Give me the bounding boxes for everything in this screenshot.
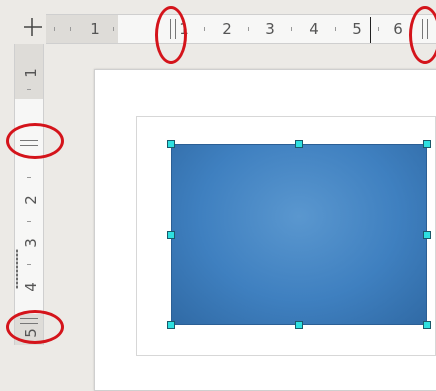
resize-handle-left[interactable]: [167, 231, 175, 239]
v-ruler-label: 2: [21, 195, 40, 205]
resize-handle-bottom-left[interactable]: [167, 321, 175, 329]
h-ruler-label: 6: [393, 20, 403, 38]
v-ruler-label: 3: [21, 238, 40, 248]
ruler-corner: [0, 0, 46, 44]
resize-handle-top[interactable]: [295, 140, 303, 148]
resize-handle-top-left[interactable]: [167, 140, 175, 148]
rectangle-shape[interactable]: [171, 144, 427, 325]
h-ruler-label: 1: [90, 20, 100, 38]
highlight-bottom-margin-marker: [6, 310, 64, 344]
crosshair-icon: [24, 18, 42, 36]
h-ruler-label: 3: [265, 20, 275, 38]
h-ruler-label: 4: [309, 20, 319, 38]
ruler-tick: [378, 27, 379, 31]
resize-handle-bottom[interactable]: [295, 321, 303, 329]
ruler-tick: [291, 27, 292, 31]
ruler-tick: [27, 264, 31, 265]
v-ruler-label: 1: [21, 68, 40, 78]
horizontal-ruler[interactable]: 1 1 2 3 4 5 6: [46, 14, 436, 44]
left-margin-zone: [46, 15, 118, 43]
resize-handle-right[interactable]: [423, 231, 431, 239]
ruler-tick: [70, 27, 71, 31]
resize-handle-bottom-right[interactable]: [423, 321, 431, 329]
ruler-resize-grip[interactable]: [16, 249, 18, 289]
highlight-right-indent-marker: [409, 6, 436, 64]
highlight-left-indent-marker: [155, 6, 187, 64]
resize-handle-top-right[interactable]: [423, 140, 431, 148]
ruler-tick: [113, 27, 114, 31]
h-ruler-label: 5: [352, 20, 362, 38]
ruler-tick: [335, 27, 336, 31]
h-ruler-label: 2: [222, 20, 232, 38]
ruler-position-indicator: [370, 17, 371, 43]
ruler-tick: [27, 89, 31, 90]
v-ruler-label: 4: [21, 282, 40, 292]
vertical-ruler[interactable]: 1 2 3 4 5: [14, 44, 44, 345]
highlight-top-margin-marker: [6, 123, 64, 159]
ruler-tick: [204, 27, 205, 31]
ruler-tick: [248, 27, 249, 31]
ruler-tick: [27, 177, 31, 178]
ruler-tick: [27, 221, 31, 222]
ruler-tick: [54, 27, 55, 31]
